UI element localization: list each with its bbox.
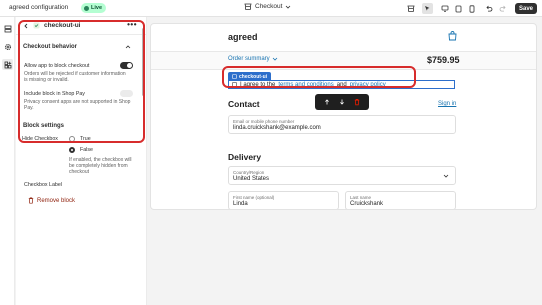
move-down-icon[interactable]: [338, 98, 346, 106]
first-name-field[interactable]: First name (optional) Linda: [228, 191, 339, 209]
left-rail: [0, 17, 15, 305]
chevron-down-icon: [286, 5, 291, 9]
email-field[interactable]: Email or mobile phone number linda.cruic…: [228, 115, 456, 134]
delete-icon: [28, 197, 34, 204]
store-name: agreed: [228, 32, 258, 42]
email-field-label: Email or mobile phone number: [233, 119, 295, 124]
save-button[interactable]: Save: [515, 3, 537, 14]
email-field-value: linda.cruickshank@example.com: [233, 125, 321, 131]
hide-help-line-3: checkout: [69, 169, 90, 175]
exit-icon[interactable]: [405, 3, 416, 14]
bag-icon[interactable]: [448, 31, 457, 43]
move-up-icon[interactable]: [323, 98, 331, 106]
settings-icon[interactable]: [2, 41, 13, 52]
top-bar: agreed configuration Live Checkout Save: [0, 0, 542, 17]
delete-icon[interactable]: [353, 98, 361, 106]
first-name-value: Linda: [233, 201, 248, 207]
select-icon[interactable]: [422, 3, 433, 14]
redo-icon[interactable]: [497, 3, 508, 14]
delivery-heading: Delivery: [228, 152, 262, 162]
apps-icon[interactable]: [2, 59, 13, 70]
first-name-label: First name (optional): [233, 195, 275, 200]
checkout-preview: agreed Order summary $759.95 checkout-ui…: [150, 23, 537, 210]
page-selector-label: Checkout: [255, 3, 283, 10]
highlight-box-block: [222, 66, 416, 88]
sections-icon[interactable]: [2, 23, 13, 34]
country-select-value: United States: [233, 176, 270, 182]
country-select[interactable]: Country/Region United States: [228, 166, 456, 185]
page-selector[interactable]: Checkout: [244, 3, 291, 10]
sign-in-link[interactable]: Sign in: [438, 101, 456, 107]
order-summary-toggle[interactable]: Order summary: [228, 56, 278, 62]
status-badge-label: Live: [91, 5, 103, 11]
last-name-field[interactable]: Last name Cruickshank: [345, 191, 456, 209]
remove-block-label: Remove block: [37, 197, 76, 204]
last-name-label: Last name: [350, 195, 372, 200]
mobile-icon[interactable]: [466, 3, 477, 14]
country-select-label: Country/Region: [233, 170, 265, 175]
status-badge: Live: [81, 3, 107, 13]
desktop-icon[interactable]: [439, 3, 450, 14]
theme-title: agreed configuration: [9, 4, 69, 11]
highlight-box-settings: [18, 20, 145, 143]
chevron-down-icon: [443, 174, 449, 178]
remove-block-button[interactable]: Remove block: [28, 197, 75, 204]
last-name-value: Cruickshank: [350, 201, 384, 207]
block-toolbar: [315, 94, 369, 110]
store-icon: [244, 3, 252, 10]
tablet-icon[interactable]: [453, 3, 464, 14]
order-total: $759.95: [427, 55, 460, 65]
live-dot-icon: [84, 5, 89, 11]
chevron-down-icon: [272, 57, 277, 61]
radio-false-label: False: [80, 147, 93, 153]
radio-false[interactable]: [69, 147, 75, 153]
contact-heading: Contact: [228, 99, 260, 109]
order-summary-label: Order summary: [228, 56, 270, 62]
checkbox-label-field-label: Checkbox Label: [24, 182, 62, 188]
undo-icon[interactable]: [483, 3, 494, 14]
